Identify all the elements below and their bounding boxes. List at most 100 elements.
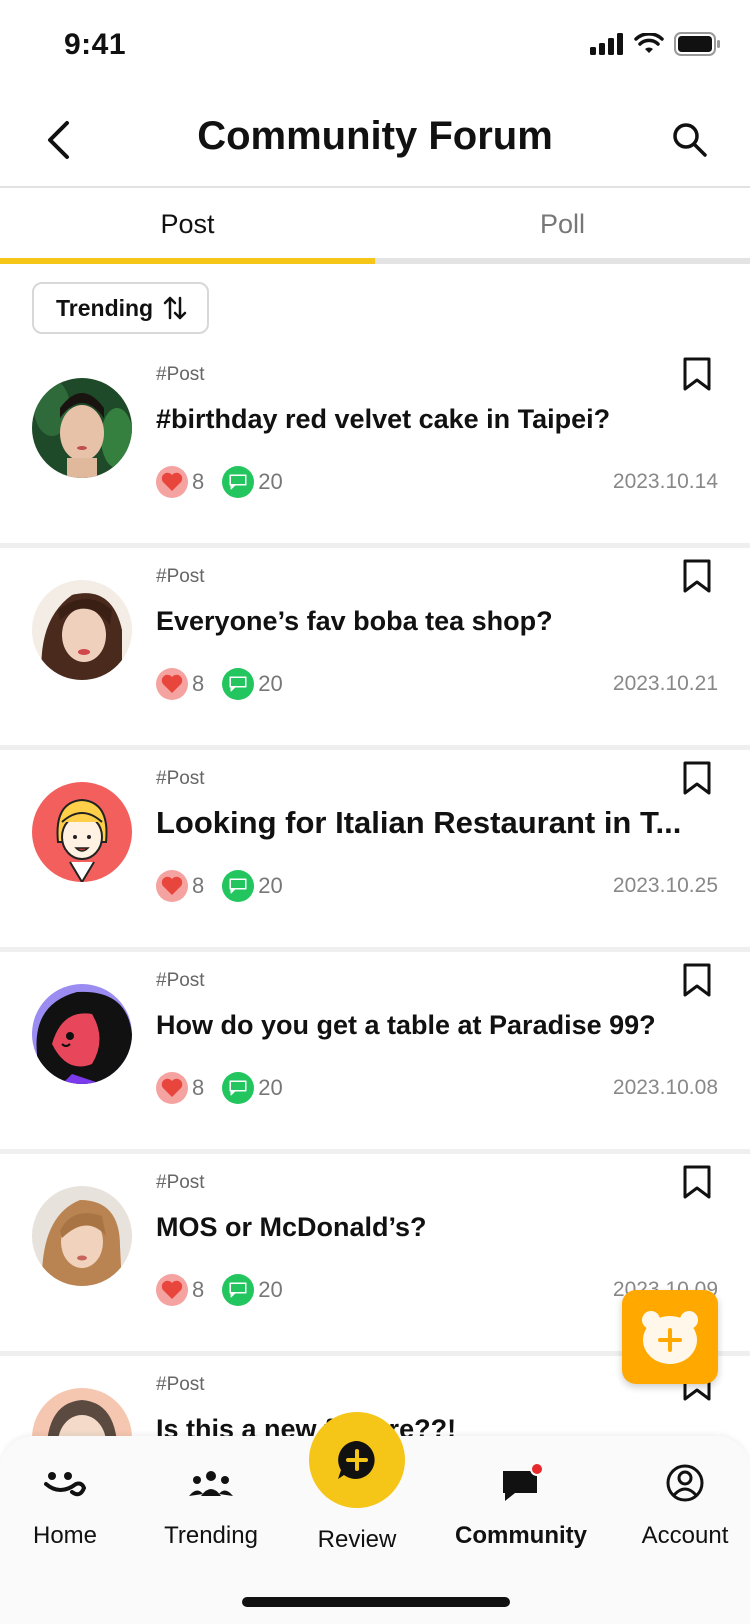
comment-count: 20 [258, 469, 283, 494]
heart-icon [156, 466, 188, 498]
heart-icon [156, 870, 188, 902]
new-post-button[interactable] [622, 1290, 718, 1384]
like-count: 8 [192, 873, 205, 898]
post-tag: #Post [156, 1172, 205, 1193]
sort-arrows-icon [163, 296, 187, 320]
like-stat[interactable]: 8 [156, 1274, 204, 1306]
review-button[interactable] [309, 1412, 405, 1508]
tab-poll[interactable]: Poll [375, 190, 750, 264]
home-indicator [242, 1597, 510, 1607]
avatar [32, 378, 132, 478]
bookmark-icon[interactable] [682, 1164, 712, 1200]
avatar [32, 782, 132, 882]
comment-icon [222, 466, 255, 498]
chat-plus-icon [338, 1441, 375, 1479]
post-tag: #Post [156, 768, 205, 789]
post-stats: 8 20 [156, 1274, 301, 1306]
bookmark-icon[interactable] [682, 558, 712, 594]
comment-icon [222, 1072, 255, 1104]
tab-community-label: Community [455, 1522, 587, 1549]
bookmark-icon[interactable] [682, 760, 712, 796]
chat-bubble-icon [503, 1463, 543, 1501]
post-stats: 8 20 [156, 1072, 301, 1104]
people-icon [189, 1471, 233, 1496]
comment-count: 20 [258, 1075, 283, 1100]
like-stat[interactable]: 8 [156, 870, 204, 902]
post-title[interactable]: Everyone’s fav boba tea shop? [156, 606, 716, 637]
comment-count: 20 [258, 671, 283, 696]
post-item[interactable]: #Post Everyone’s fav boba tea shop? 8 20… [0, 548, 750, 750]
like-stat[interactable]: 8 [156, 668, 204, 700]
tab-post[interactable]: Post [0, 190, 375, 264]
avatar [32, 984, 132, 1084]
battery-icon [674, 32, 720, 56]
like-count: 8 [192, 671, 205, 696]
like-stat[interactable]: 8 [156, 466, 204, 498]
wifi-icon [634, 33, 664, 53]
heart-icon [156, 1274, 188, 1306]
post-title[interactable]: How do you get a table at Paradise 99? [156, 1010, 716, 1041]
avatar [32, 580, 132, 680]
heart-icon [156, 1072, 188, 1104]
signal-icon [590, 33, 623, 55]
comment-stat[interactable]: 20 [222, 668, 283, 700]
post-stats: 8 20 [156, 870, 301, 902]
sort-button[interactable]: Trending [32, 282, 210, 334]
post-stats: 8 20 [156, 466, 301, 498]
home-icon [44, 1472, 87, 1497]
comment-stat[interactable]: 20 [222, 870, 283, 902]
comment-stat[interactable]: 20 [222, 1274, 283, 1306]
tab-account[interactable]: Account [610, 1458, 750, 1550]
post-date: 2023.10.25 [612, 874, 718, 897]
bear-plus-icon [642, 1311, 698, 1364]
status-time: 9:41 [64, 28, 127, 61]
like-count: 8 [192, 1075, 205, 1100]
post-date: 2023.10.21 [612, 672, 718, 695]
tab-review-label: Review [317, 1526, 397, 1553]
post-tag: #Post [156, 1374, 205, 1395]
post-item[interactable]: #Post #birthday red velvet cake in Taipe… [0, 346, 750, 548]
comment-icon [222, 668, 255, 700]
tab-trending-label: Trending [164, 1522, 258, 1549]
comment-stat[interactable]: 20 [222, 1072, 283, 1104]
like-count: 8 [192, 1277, 205, 1302]
like-stat[interactable]: 8 [156, 1072, 204, 1104]
user-circle-icon [666, 1464, 704, 1502]
post-date: 2023.10.08 [612, 1076, 718, 1099]
search-icon [673, 123, 707, 157]
post-title[interactable]: #birthday red velvet cake in Taipei? [156, 404, 716, 435]
comment-stat[interactable]: 20 [222, 466, 283, 498]
comment-count: 20 [258, 873, 283, 898]
post-title[interactable]: MOS or McDonald’s? [156, 1212, 716, 1243]
avatar [32, 1186, 132, 1286]
nav-bar: Community Forum [0, 92, 750, 188]
post-item[interactable]: #Post How do you get a table at Paradise… [0, 952, 750, 1154]
post-date: 2023.10.14 [612, 470, 718, 493]
comment-icon [222, 870, 255, 902]
page-title: Community Forum [197, 114, 553, 158]
comment-icon [222, 1274, 255, 1306]
comment-count: 20 [258, 1277, 283, 1302]
bookmark-icon[interactable] [682, 962, 712, 998]
post-stats: 8 20 [156, 668, 301, 700]
search-button[interactable] [666, 116, 714, 164]
like-count: 8 [192, 469, 205, 494]
bookmark-icon[interactable] [682, 356, 712, 392]
tab-community[interactable]: Community [446, 1458, 596, 1550]
post-title[interactable]: Looking for Italian Restaurant in T... [156, 805, 716, 841]
tab-trending[interactable]: Trending [136, 1458, 286, 1550]
heart-icon [156, 668, 188, 700]
post-tag: #Post [156, 566, 205, 587]
tab-review[interactable]: Review [282, 1512, 432, 1554]
post-item[interactable]: #Post Looking for Italian Restaurant in … [0, 750, 750, 952]
tab-bar: Post Poll [0, 190, 750, 264]
post-tag: #Post [156, 970, 205, 991]
tab-underline-active [0, 258, 375, 264]
sort-label: Trending [56, 294, 154, 321]
tab-home[interactable]: Home [0, 1458, 140, 1550]
status-bar: 9:41 [0, 0, 750, 92]
post-tag: #Post [156, 364, 205, 385]
tab-home-label: Home [32, 1522, 98, 1549]
tab-account-label: Account [641, 1522, 729, 1549]
status-icons [590, 32, 720, 56]
